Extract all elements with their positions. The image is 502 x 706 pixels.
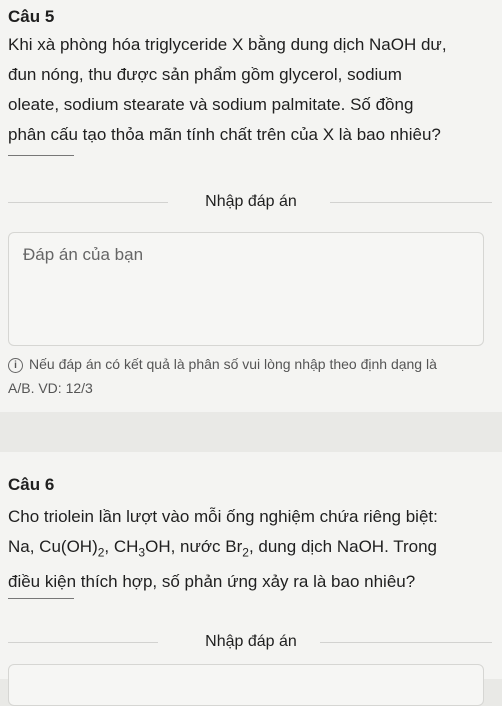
answer-hint: i Nếu đáp án có kết quả là phân số vui lò… [8,352,492,400]
question-line: Na, Cu(OH)2, CH3OH, nước Br2, dung dịch … [8,537,437,560]
answer-input[interactable] [8,664,484,706]
hint-text-2: A/B. VD: 12/3 [8,380,93,396]
question-line: phân cấu tạo thỏa mãn tính chất trên của… [8,125,441,144]
divider-right [330,202,492,203]
question-title: Câu 6 [8,475,55,494]
question-card-5: Câu 5 Khi xà phòng hóa triglyceride X bằ… [0,0,502,412]
info-icon: i [8,358,23,373]
question-line: Cho triolein lần lượt vào mỗi ống nghiệm… [8,507,438,526]
separator-line [8,598,74,599]
question-text: Khi xà phòng hóa triglyceride X bằng dun… [8,30,492,150]
question-card-6: Câu 6 Cho triolein lần lượt vào mỗi ống … [0,452,502,706]
question-line: điều kiện thích hợp, số phản ứng xảy ra … [8,572,416,592]
question-line: oleate, sodium stearate và sodium palmit… [8,95,414,114]
question-line: đun nóng, thu được sản phẩm gồm glycerol… [8,65,402,84]
question-line: Khi xà phòng hóa triglyceride X bằng dun… [8,35,447,54]
answer-section-header: Nhập đáp án [0,190,502,214]
separator-line [8,155,74,156]
answer-placeholder: Đáp án của bạn [23,245,144,264]
question-title: Câu 5 [8,7,55,26]
hint-text-1: Nếu đáp án có kết quả là phân số vui lòn… [29,356,437,372]
answer-section-header: Nhập đáp án [0,630,502,654]
divider-right [320,642,492,643]
question-text: Cho triolein lần lượt vào mỗi ống nghiệm… [8,502,492,597]
answer-input[interactable]: Đáp án của bạn [8,232,484,346]
